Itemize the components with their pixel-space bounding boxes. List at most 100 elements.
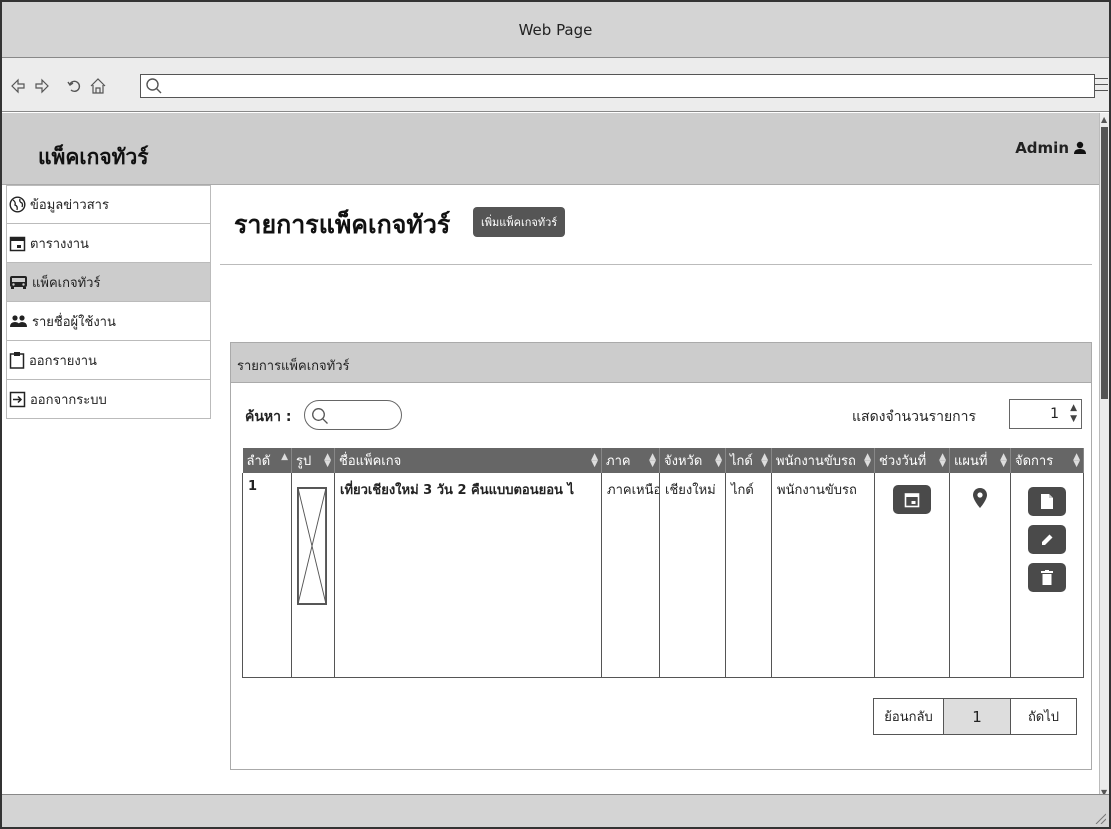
sidebar-item-label: รายชื่อผู้ใช้งาน: [32, 314, 116, 330]
sort-icon: ▲ ▼: [324, 452, 331, 469]
col-header-manage[interactable]: จัดการ ▲ ▼: [1010, 448, 1084, 473]
url-input[interactable]: [140, 74, 1095, 98]
home-icon[interactable]: [88, 76, 108, 96]
search-label: ค้นหา :: [245, 409, 292, 425]
user-name: Admin: [1015, 139, 1069, 157]
entries-value: 1: [1050, 406, 1059, 422]
entries-label: แสดงจำนวนรายการ: [852, 409, 977, 425]
stepper-arrows-icon[interactable]: ▲ ▼: [1070, 403, 1077, 425]
window-title: Web Page: [518, 20, 593, 39]
globe-icon: [9, 196, 26, 213]
page-title: รายการแพ็คเกจทัวร์: [234, 210, 451, 239]
cell-manage: [1010, 473, 1084, 678]
sort-icon: ▲ ▼: [864, 452, 871, 469]
image-placeholder-icon: [297, 487, 327, 605]
calendar-button[interactable]: [893, 485, 931, 514]
panel-title: รายการแพ็คเกจทัวร์: [231, 343, 1091, 383]
calendar-icon: [9, 236, 26, 251]
next-page-button[interactable]: ถัดไป: [1011, 699, 1076, 734]
scroll-up-icon[interactable]: ▲: [1101, 115, 1107, 124]
browser-navbar: [2, 58, 1109, 112]
current-page[interactable]: 1: [944, 699, 1011, 734]
cell-guide: ไกด์: [725, 473, 772, 678]
col-header-date-range[interactable]: ช่วงวันที่ ▲ ▼: [874, 448, 950, 473]
col-header-no[interactable]: ลำดั ▲: [242, 448, 292, 473]
sidebar-item-label: ตารางงาน: [30, 236, 89, 252]
sidebar: ข้อมูลข่าวสาร ตารางงาน แพ็คเกจทัวร์ รายช…: [6, 185, 211, 419]
calendar-icon: [904, 492, 920, 507]
logout-icon: [9, 391, 26, 407]
package-list-panel: รายการแพ็คเกจทัวร์ ค้นหา : แสดงจำนวนรายก…: [230, 342, 1092, 770]
cell-image: [291, 473, 335, 678]
car-icon: [10, 276, 27, 289]
cell-date-range: [874, 473, 950, 678]
search-icon: [312, 408, 328, 424]
cell-map: [949, 473, 1011, 678]
trash-icon: [1041, 570, 1053, 585]
sidebar-item-schedule[interactable]: ตารางงาน: [6, 224, 211, 263]
status-bar: [2, 794, 1109, 827]
col-header-driver[interactable]: พนักงานขับรถ ▲ ▼: [771, 448, 875, 473]
entries-stepper[interactable]: 1 ▲ ▼: [1009, 399, 1082, 429]
sidebar-item-news[interactable]: ข้อมูลข่าวสาร: [6, 185, 211, 224]
search-icon: [146, 78, 162, 94]
cell-province: เชียงใหม่: [659, 473, 726, 678]
delete-button[interactable]: [1028, 563, 1066, 592]
browser-window: Web Page แพ็คเกจทัวร์ Admin ▲ ▼ ข้อมูลข่…: [0, 0, 1111, 829]
window-titlebar: Web Page: [2, 2, 1109, 58]
sort-icon: ▲ ▼: [591, 452, 598, 469]
forward-icon[interactable]: [32, 76, 52, 96]
col-header-package-name[interactable]: ชื่อแพ็คเกจ ▲ ▼: [334, 448, 602, 473]
sidebar-item-label: ข้อมูลข่าวสาร: [30, 198, 109, 213]
map-button[interactable]: [955, 487, 1005, 513]
sort-icon: ▲ ▼: [1000, 452, 1007, 469]
search-input[interactable]: [304, 400, 402, 430]
scrollbar-thumb[interactable]: [1101, 127, 1108, 399]
app-header: แพ็คเกจทัวร์ Admin: [2, 113, 1099, 185]
cell-driver: พนักงานขับรถ: [771, 473, 875, 678]
col-header-province[interactable]: จังหวัด ▲ ▼: [659, 448, 726, 473]
document-icon: [1041, 494, 1053, 509]
pencil-icon: [1042, 534, 1053, 545]
package-table: ลำดั ▲ รูป ▲ ▼ ชื่อแพ็คเกจ ▲ ▼ ภาค ▲ ▼ จังหวัด ▲…: [242, 448, 1084, 678]
prev-page-button[interactable]: ย้อนกลับ: [874, 699, 944, 734]
users-icon: [10, 315, 27, 327]
table-row: 1 เที่ยวเชียงใหม่ 3 วัน 2 คืนแบบตอนยอน ไ…: [242, 473, 1084, 678]
sort-asc-icon: ▲: [281, 452, 288, 462]
sidebar-item-tour-packages[interactable]: แพ็คเกจทัวร์: [6, 263, 211, 302]
table-header-row: ลำดั ▲ รูป ▲ ▼ ชื่อแพ็คเกจ ▲ ▼ ภาค ▲ ▼ จังหวัด ▲…: [242, 448, 1084, 473]
map-pin-icon: [973, 488, 987, 508]
col-header-map[interactable]: แผนที่ ▲ ▼: [949, 448, 1011, 473]
cell-no: 1: [242, 473, 292, 678]
pagination: ย้อนกลับ 1 ถัดไป: [873, 698, 1077, 735]
sidebar-item-label: ออกจากระบบ: [30, 392, 107, 408]
clipboard-icon: [9, 352, 25, 369]
app-title: แพ็คเกจทัวร์: [38, 145, 149, 169]
sort-icon: ▲ ▼: [649, 452, 656, 469]
browser-menu-icon[interactable]: [1094, 78, 1108, 96]
resize-grip-icon[interactable]: [1094, 812, 1106, 824]
col-header-image[interactable]: รูป ▲ ▼: [291, 448, 335, 473]
sidebar-item-label: แพ็คเกจทัวร์: [32, 275, 101, 291]
user-icon: [1074, 141, 1086, 154]
cell-region: ภาคเหนือ: [601, 473, 660, 678]
sort-icon: ▲ ▼: [761, 452, 768, 469]
col-header-region[interactable]: ภาค ▲ ▼: [601, 448, 660, 473]
col-header-guide[interactable]: ไกด์ ▲ ▼: [725, 448, 772, 473]
reload-icon[interactable]: [64, 76, 84, 96]
sidebar-item-users[interactable]: รายชื่อผู้ใช้งาน: [6, 302, 211, 341]
sort-icon: ▲ ▼: [715, 452, 722, 469]
sidebar-item-reports[interactable]: ออกรายงาน: [6, 341, 211, 380]
add-package-button[interactable]: เพิ่มแพ็คเกจทัวร์: [473, 207, 566, 237]
vertical-scrollbar[interactable]: ▲ ▼: [1099, 113, 1109, 799]
sort-icon: ▲ ▼: [939, 452, 946, 469]
edit-button[interactable]: [1028, 525, 1066, 554]
sort-icon: ▲ ▼: [1073, 452, 1080, 469]
heading-divider: [220, 264, 1092, 265]
user-menu[interactable]: Admin: [1015, 139, 1087, 157]
sidebar-item-logout[interactable]: ออกจากระบบ: [6, 380, 211, 419]
cell-package-name: เที่ยวเชียงใหม่ 3 วัน 2 คืนแบบตอนยอน ไ: [334, 473, 602, 678]
back-icon[interactable]: [8, 76, 28, 96]
view-button[interactable]: [1028, 487, 1066, 516]
sidebar-item-label: ออกรายงาน: [29, 353, 97, 369]
